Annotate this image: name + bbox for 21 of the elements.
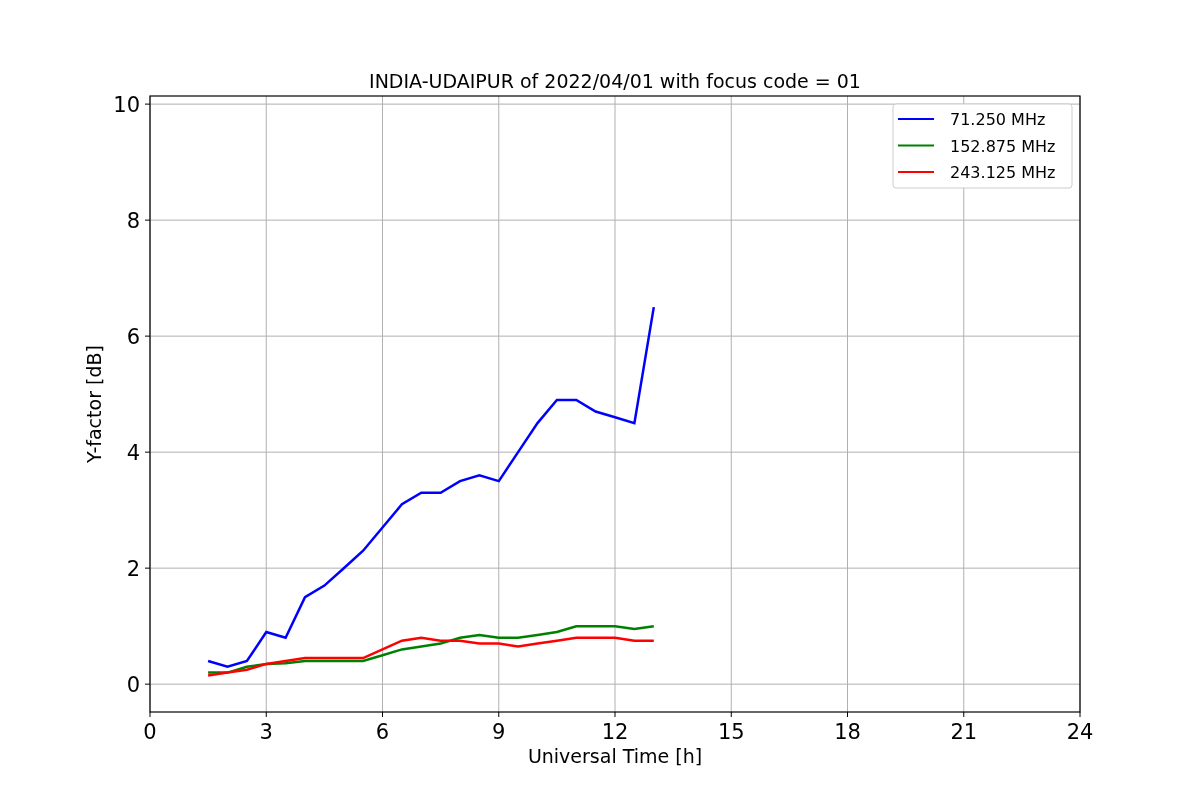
legend-label: 71.250 MHz [950,110,1046,129]
tick-label: 6 [375,720,390,744]
tick-label: 18 [834,720,861,744]
tick-label: 6 [126,325,140,350]
tick-label: 15 [717,720,745,744]
tick-label: 9 [492,720,506,744]
tick-label: 8 [126,209,140,234]
y-axis-label: Y-factor [dB] [83,345,105,463]
legend-label: 243.125 MHz [950,163,1056,182]
tick-label: 24 [1066,720,1094,744]
tick-label: 10 [113,93,140,118]
tick-label: 12 [601,720,629,744]
tick-label: 3 [259,720,273,744]
tick-label: 4 [126,441,140,466]
tick-label: 21 [950,720,978,744]
tick-label: 0 [143,720,157,744]
chart-title: INDIA-UDAIPUR of 2022/04/01 with focus code = 01 [369,70,861,92]
tick-label: 0 [126,673,140,698]
tick-label: 2 [126,557,140,582]
legend-label: 152.875 MHz [950,136,1056,156]
x-axis-label: Universal Time [h] [527,745,703,767]
